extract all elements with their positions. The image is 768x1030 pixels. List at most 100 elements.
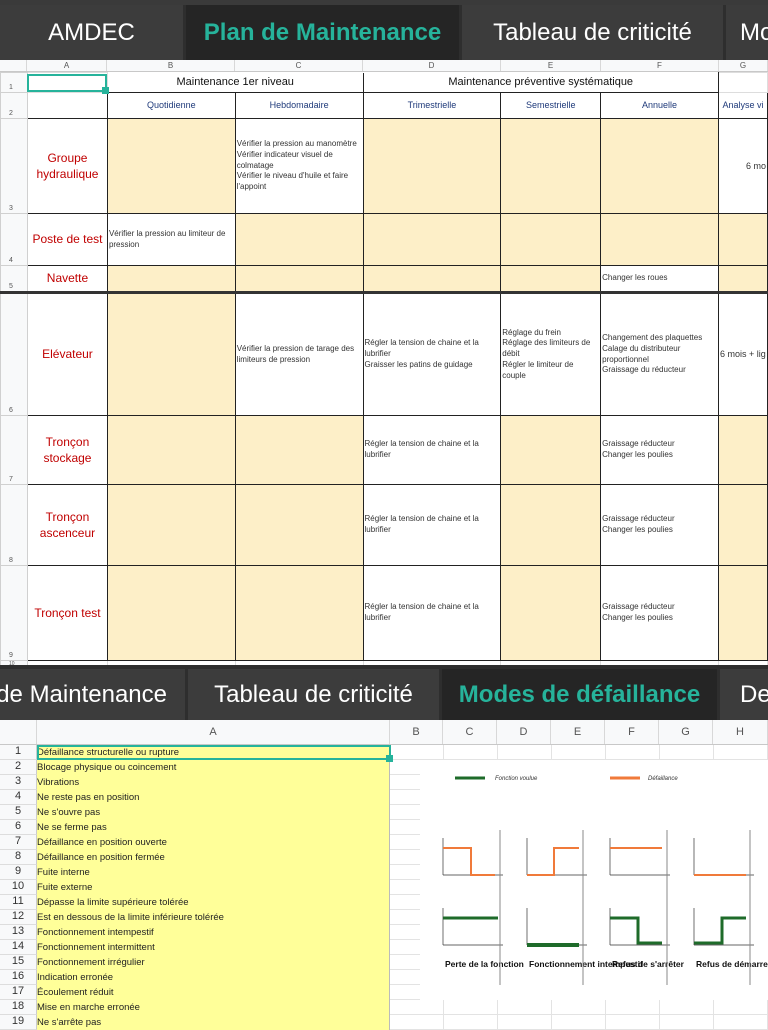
task-cell[interactable] [234,265,364,293]
task-cell[interactable]: Régler la tension de chaine et la lubrif… [362,484,502,566]
task-cell[interactable] [234,415,364,485]
row-header[interactable]: 6 [0,292,28,416]
row-header[interactable]: 18 [0,1000,37,1015]
row-header[interactable]: 9 [0,565,28,661]
task-cell[interactable]: Vérifier la pression au manomètre Vérifi… [234,118,364,214]
task-cell[interactable]: Graissage réducteur Changer les poulies [600,565,719,661]
selected-cell-a1[interactable] [37,745,393,762]
task-cell[interactable] [600,118,719,214]
row-header[interactable]: 15 [0,955,37,970]
task-cell[interactable] [234,565,364,661]
equipment-label[interactable]: Poste de test [26,213,108,266]
row-header[interactable]: 4 [0,213,28,266]
column-header[interactable]: E [501,60,601,71]
tab-amdec[interactable]: AMDEC [0,5,186,60]
failure-mode-cell[interactable]: Mise en marche erronée [37,1000,390,1015]
tab-modes[interactable]: Mo [726,5,768,60]
row-header[interactable]: 7 [0,835,37,850]
row-header[interactable]: 19 [0,1015,37,1030]
row-header[interactable]: 4 [0,790,37,805]
task-cell[interactable] [362,118,502,214]
row-header[interactable]: 8 [0,850,37,865]
failure-mode-cell[interactable]: Fonctionnement intempestif [37,925,390,940]
row-header[interactable]: 2 [0,760,37,775]
task-cell[interactable] [500,565,602,661]
failure-mode-cell[interactable]: Ne s'ouvre pas [37,805,390,820]
column-header[interactable]: G [719,60,768,71]
column-header[interactable]: F [601,60,719,71]
task-cell[interactable]: 6 mo [717,118,768,214]
column-header[interactable]: F [605,720,659,744]
tab-tableau-de-criticite[interactable]: Tableau de criticité [188,669,442,720]
row-header[interactable]: 8 [0,484,28,566]
tab-modes-de-defaillance[interactable]: Modes de défaillance [442,669,720,720]
task-cell[interactable] [106,292,236,416]
column-header[interactable]: H [713,720,768,744]
failure-mode-cell[interactable]: Écoulement réduit [37,985,390,1000]
column-header[interactable]: C [235,60,363,71]
tab-plan-de-maintenance[interactable]: de Maintenance [0,669,188,720]
task-cell[interactable] [106,415,236,485]
tab-plan-de-maintenance[interactable]: Plan de Maintenance [186,5,462,60]
failure-mode-cell[interactable]: Ne reste pas en position [37,790,390,805]
failure-mode-cell[interactable]: Défaillance en position fermée [37,850,390,865]
task-cell[interactable] [106,118,236,214]
task-cell[interactable]: Vérifier la pression au limiteur de pres… [106,213,236,266]
column-header[interactable]: D [497,720,551,744]
task-cell[interactable] [106,265,236,293]
failure-mode-cell[interactable]: Ne se ferme pas [37,820,390,835]
equipment-label[interactable]: Tronçon stockage [26,415,108,485]
task-cell[interactable]: Graissage réducteur Changer les poulies [600,484,719,566]
column-header[interactable]: B [107,60,235,71]
failure-mode-cell[interactable]: Fuite externe [37,880,390,895]
row-header[interactable]: 7 [0,415,28,485]
task-cell[interactable] [106,565,236,661]
row-header[interactable]: 10 [0,880,37,895]
task-cell[interactable] [500,213,602,266]
row-header[interactable]: 5 [0,805,37,820]
row-header[interactable]: 1 [0,745,37,760]
column-header[interactable]: A [37,720,390,744]
task-cell[interactable] [500,118,602,214]
column-header[interactable]: A [27,60,107,71]
task-cell[interactable] [600,213,719,266]
row-header[interactable]: 14 [0,940,37,955]
failure-mode-cell[interactable]: Ne s'arrête pas [37,1015,390,1030]
task-cell[interactable]: Changer les roues [600,265,719,293]
column-header[interactable] [0,720,37,744]
task-cell[interactable]: Régler la tension de chaine et la lubrif… [362,415,502,485]
failure-mode-cell[interactable]: Défaillance en position ouverte [37,835,390,850]
row-header[interactable]: 12 [0,910,37,925]
row-header[interactable]: 2 [0,92,28,119]
task-cell[interactable]: Régler la tension de chaine et la lubrif… [362,292,502,416]
failure-mode-cell[interactable]: Indication erronée [37,970,390,985]
equipment-label[interactable]: Tronçon test [26,565,108,661]
column-header[interactable]: C [443,720,497,744]
row-header[interactable]: 6 [0,820,37,835]
row-header[interactable]: 13 [0,925,37,940]
failure-mode-cell[interactable]: Est en dessous de la limite inférieure t… [37,910,390,925]
task-cell[interactable] [500,484,602,566]
equipment-label[interactable]: Tronçon ascenceur [26,484,108,566]
equipment-label[interactable]: Navette [26,265,108,293]
task-cell[interactable] [500,415,602,485]
row-header[interactable]: 16 [0,970,37,985]
task-cell[interactable] [717,213,768,266]
tab-next[interactable]: De [720,669,768,720]
selected-cell-a1[interactable] [27,74,109,94]
failure-mode-cell[interactable]: Vibrations [37,775,390,790]
task-cell[interactable] [717,565,768,661]
row-header[interactable]: 9 [0,865,37,880]
row-header[interactable]: 11 [0,895,37,910]
task-cell[interactable]: Changement des plaquettes Calage du dist… [600,292,719,416]
task-cell[interactable] [234,484,364,566]
task-cell[interactable] [362,265,502,293]
equipment-label[interactable]: Groupe hydraulique [26,118,108,214]
task-cell[interactable] [500,265,602,293]
task-cell[interactable]: 6 mois + lig [717,292,768,416]
column-header[interactable]: E [551,720,605,744]
task-cell[interactable] [234,213,364,266]
row-header[interactable]: 3 [0,775,37,790]
task-cell[interactable]: Vérifier la pression de tarage des limit… [234,292,364,416]
task-cell[interactable] [717,265,768,293]
